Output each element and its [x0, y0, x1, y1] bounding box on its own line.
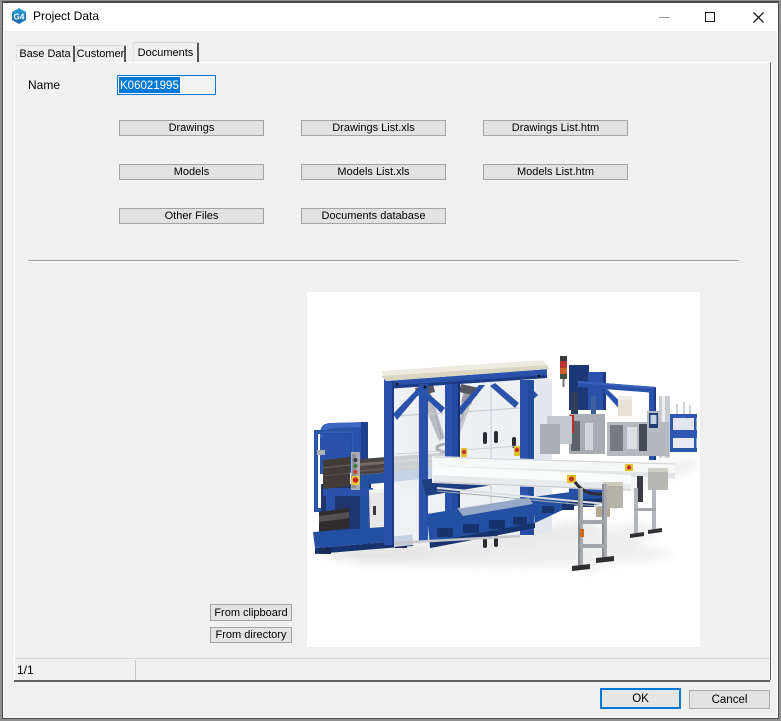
svg-text:G4: G4 [14, 13, 25, 22]
